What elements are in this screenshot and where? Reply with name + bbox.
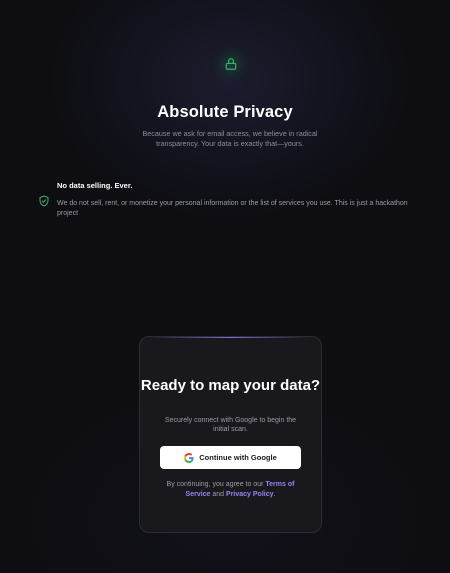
- continue-with-google-label: Continue with Google: [199, 453, 277, 462]
- shield-check-icon: [39, 195, 49, 207]
- feature-description: We do not sell, rent, or monetize your p…: [57, 200, 408, 217]
- lock-badge: [213, 46, 249, 82]
- card-title: Ready to map your data?: [140, 377, 321, 394]
- continue-with-google-button[interactable]: Continue with Google: [160, 446, 301, 469]
- legal-and: and: [210, 491, 227, 498]
- legal-suffix: .: [273, 491, 276, 498]
- card-accent-line: [150, 337, 311, 338]
- legal-prefix: By continuing, you agree to our: [166, 481, 266, 488]
- page-title: Absolute Privacy: [157, 103, 293, 121]
- privacy-policy-link[interactable]: Privacy Policy: [226, 491, 273, 498]
- google-logo-icon: [184, 452, 194, 463]
- sign-in-card: Ready to map your data? Securely connect…: [139, 336, 322, 533]
- legal-notice: By continuing, you agree to our Terms of…: [156, 480, 305, 500]
- lock-icon: [225, 58, 237, 70]
- card-subtitle: Securely connect with Google to begin th…: [164, 417, 297, 433]
- feature-title: No data selling. Ever.: [57, 181, 133, 190]
- page-subtitle: Because we ask for email access, we beli…: [142, 129, 318, 148]
